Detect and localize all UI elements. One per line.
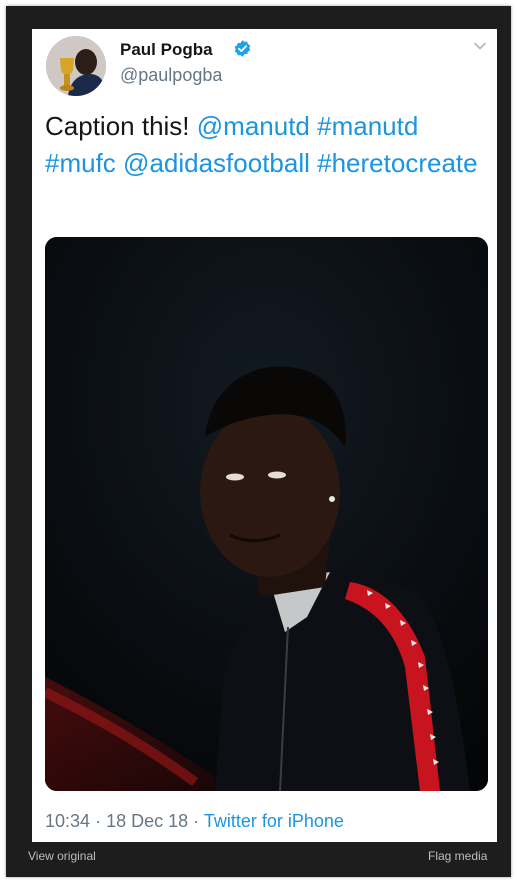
avatar-image — [46, 36, 106, 96]
meta-separator-2: · — [193, 811, 200, 831]
tweet-meta: 10:34 · 18 Dec 18 · Twitter for iPhone — [45, 811, 344, 832]
tweet-text-plain: Caption this! — [45, 111, 190, 141]
tweet-time[interactable]: 10:34 — [45, 811, 90, 831]
meta-separator: · — [95, 811, 102, 831]
modal-frame: Paul Pogba @paulpogba Caption this! @man… — [6, 6, 511, 877]
tweet-card: Paul Pogba @paulpogba Caption this! @man… — [32, 29, 497, 842]
hashtag-heretocreate[interactable]: #heretocreate — [317, 148, 477, 178]
hashtag-mufc[interactable]: #mufc — [45, 148, 116, 178]
verified-badge-icon — [234, 40, 251, 57]
tweet-date[interactable]: 18 Dec 18 — [106, 811, 188, 831]
view-original-link[interactable]: View original — [28, 849, 96, 863]
chevron-down-icon[interactable] — [473, 41, 487, 51]
author-name[interactable]: Paul Pogba — [120, 40, 213, 60]
avatar[interactable] — [46, 36, 106, 96]
tweet-photo — [45, 237, 488, 791]
hashtag-manutd[interactable]: #manutd — [317, 111, 418, 141]
flag-media-link[interactable]: Flag media — [428, 849, 487, 863]
tweet-media[interactable] — [45, 237, 488, 791]
author-handle[interactable]: @paulpogba — [120, 65, 222, 86]
tweet-text: Caption this! @manutd #manutd #mufc @adi… — [45, 108, 485, 182]
mention-adidasfootball[interactable]: @adidasfootball — [123, 148, 310, 178]
tweet-source[interactable]: Twitter for iPhone — [204, 811, 344, 831]
mention-manutd[interactable]: @manutd — [197, 111, 310, 141]
